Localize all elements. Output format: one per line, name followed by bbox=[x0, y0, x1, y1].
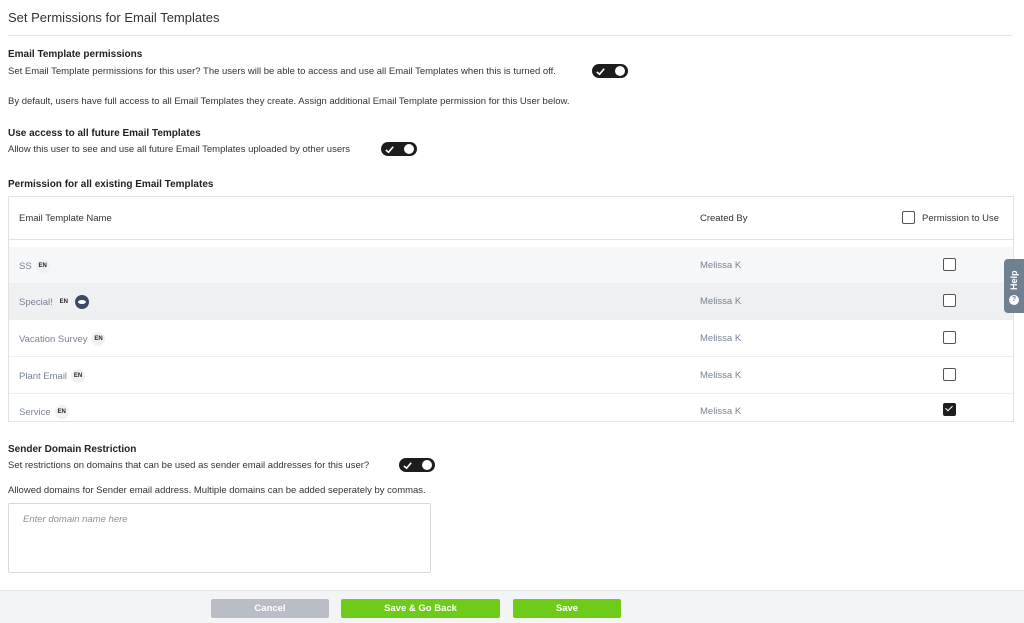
template-name[interactable]: SS bbox=[19, 261, 32, 272]
sender-domain-description: Set restrictions on domains that can be … bbox=[8, 460, 370, 471]
select-all-checkbox[interactable] bbox=[902, 211, 915, 224]
permission-checkbox[interactable] bbox=[943, 294, 956, 307]
help-label: Help bbox=[1009, 270, 1019, 290]
table-header: Email Template Name Created By Permissio… bbox=[9, 197, 1013, 240]
table-row: Service EN Melissa K bbox=[9, 393, 1013, 429]
language-badge: EN bbox=[35, 259, 50, 273]
column-header-created-by: Created By bbox=[700, 213, 748, 224]
created-by: Melissa K bbox=[700, 333, 742, 344]
save-and-go-back-button[interactable]: Save & Go Back bbox=[341, 599, 500, 618]
existing-templates-heading: Permission for all existing Email Templa… bbox=[8, 179, 214, 190]
toggle-knob bbox=[615, 66, 625, 76]
future-access-heading: Use access to all future Email Templates bbox=[8, 128, 201, 139]
created-by: Melissa K bbox=[700, 370, 742, 381]
permission-checkbox[interactable] bbox=[943, 331, 956, 344]
table-row: Plant Email EN Melissa K bbox=[9, 357, 1013, 394]
language-badge: EN bbox=[71, 369, 86, 383]
toggle-knob bbox=[422, 460, 432, 470]
eye-icon[interactable] bbox=[74, 295, 89, 309]
default-access-note: By default, users have full access to al… bbox=[8, 96, 570, 107]
permission-checkbox[interactable] bbox=[943, 368, 956, 381]
table-row: Vacation Survey EN Melissa K bbox=[9, 320, 1013, 357]
templates-table: Email Template Name Created By Permissio… bbox=[8, 196, 1014, 422]
created-by: Melissa K bbox=[700, 260, 742, 271]
column-header-name: Email Template Name bbox=[19, 213, 112, 224]
title-divider bbox=[8, 35, 1012, 36]
sender-domain-heading: Sender Domain Restriction bbox=[8, 444, 137, 455]
email-permissions-heading: Email Template permissions bbox=[8, 49, 143, 60]
domain-input[interactable] bbox=[8, 503, 431, 573]
save-button[interactable]: Save bbox=[513, 599, 621, 618]
template-name[interactable]: Service bbox=[19, 407, 51, 418]
table-row: SS EN Melissa K bbox=[9, 247, 1013, 284]
language-badge: EN bbox=[54, 405, 69, 419]
page-title: Set Permissions for Email Templates bbox=[8, 10, 220, 25]
future-access-description: Allow this user to see and use all futur… bbox=[8, 144, 351, 155]
permission-checkbox[interactable] bbox=[943, 258, 956, 271]
created-by: Melissa K bbox=[700, 296, 742, 307]
cancel-button[interactable]: Cancel bbox=[211, 599, 329, 618]
help-tab[interactable]: Help ? bbox=[1004, 259, 1024, 313]
future-access-toggle[interactable] bbox=[381, 142, 417, 156]
template-name[interactable]: Plant Email bbox=[19, 371, 67, 382]
template-name[interactable]: Special! bbox=[19, 297, 53, 308]
footer-bar: Cancel Save & Go Back Save bbox=[0, 590, 1024, 623]
check-icon bbox=[385, 145, 394, 153]
created-by: Melissa K bbox=[700, 406, 742, 417]
language-badge: EN bbox=[91, 332, 106, 346]
check-icon bbox=[596, 67, 605, 75]
template-name[interactable]: Vacation Survey bbox=[19, 334, 87, 345]
table-row: Special! EN Melissa K bbox=[9, 283, 1013, 320]
language-badge: EN bbox=[56, 295, 71, 309]
check-icon bbox=[403, 461, 412, 469]
email-permissions-toggle[interactable] bbox=[592, 64, 628, 78]
permission-checkbox[interactable] bbox=[943, 403, 956, 416]
column-header-permission: Permission to Use bbox=[922, 213, 1000, 224]
email-permissions-description: Set Email Template permissions for this … bbox=[8, 66, 556, 77]
sender-domain-help: Allowed domains for Sender email address… bbox=[8, 485, 426, 496]
sender-domain-toggle[interactable] bbox=[399, 458, 435, 472]
question-icon: ? bbox=[1009, 295, 1019, 305]
toggle-knob bbox=[404, 144, 414, 154]
